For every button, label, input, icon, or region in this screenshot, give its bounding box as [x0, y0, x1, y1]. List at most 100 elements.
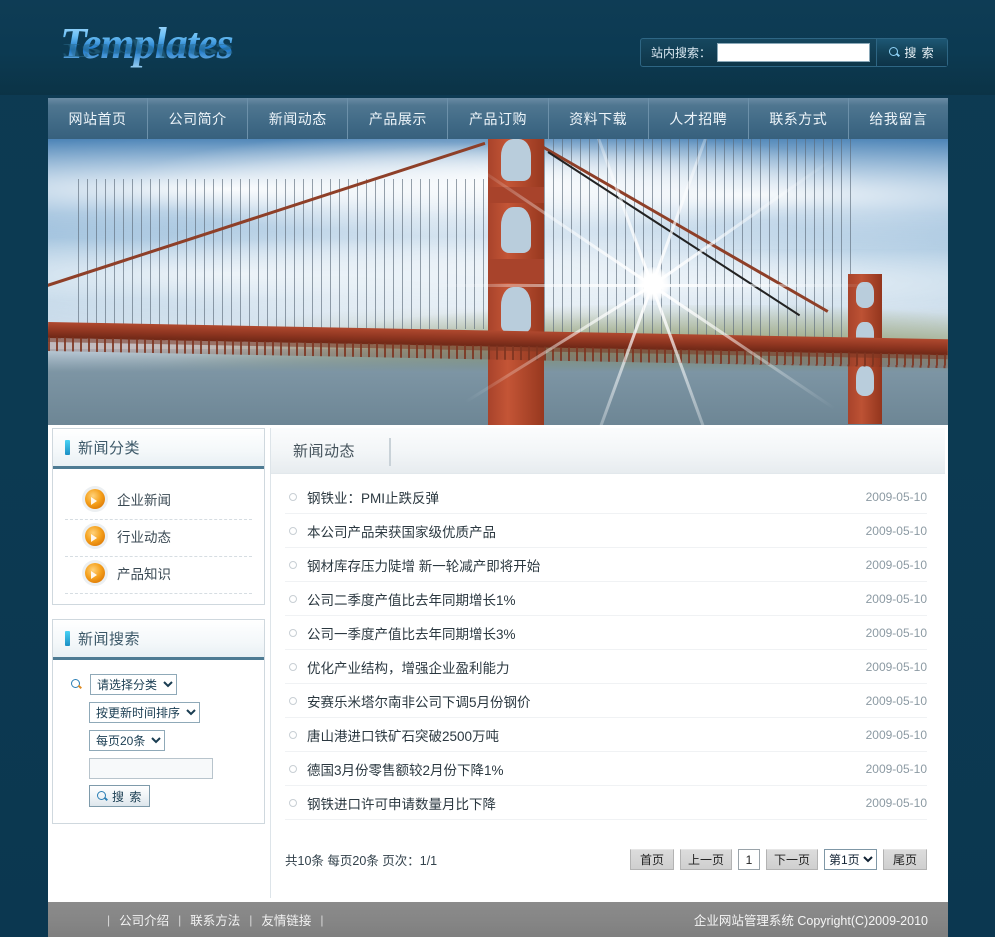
content-area: 新闻分类 企业新闻 行业动态 产品知识 新闻搜索 请选择分类 按更新时间排序 每… [48, 425, 948, 902]
main-tab-header: 新闻动态 [271, 428, 945, 474]
tab-news[interactable]: 新闻动态 [271, 440, 355, 461]
panel-title: 新闻分类 [78, 440, 141, 457]
pagination: 共10条 每页20条 页次：1/1 首页 上一页 1 下一页 第1页 尾页 [271, 849, 945, 870]
news-date: 2009-05-10 [865, 761, 927, 776]
category-label: 产品知识 [117, 567, 171, 582]
news-categories-panel: 新闻分类 企业新闻 行业动态 产品知识 [52, 428, 265, 605]
footer-separator: | [178, 912, 182, 927]
news-title: 唐山港进口铁矿石突破2500万吨 [307, 728, 500, 744]
sort-select-row: 按更新时间排序 [63, 702, 254, 723]
sun-ray [432, 284, 652, 287]
list-item[interactable]: 公司一季度产值比去年同期增长3% 2009-05-10 [285, 616, 927, 650]
nav-item-contact[interactable]: 联系方式 [749, 98, 849, 139]
news-title: 优化产业结构，增强企业盈利能力 [307, 660, 510, 676]
category-label: 企业新闻 [117, 493, 171, 508]
current-page-input[interactable]: 1 [737, 849, 760, 870]
news-sort-select[interactable]: 按更新时间排序 [89, 702, 200, 723]
header-search-button-label: 搜 索 [904, 46, 935, 60]
news-date: 2009-05-10 [865, 727, 927, 742]
nav-item-products[interactable]: 产品展示 [348, 98, 449, 139]
news-search-button[interactable]: 搜 索 [89, 785, 151, 807]
first-page-button[interactable]: 首页 [629, 849, 674, 870]
list-item[interactable]: 安赛乐米塔尔南非公司下调5月份钢价 2009-05-10 [285, 684, 927, 718]
sidebar-item-industry-news[interactable]: 行业动态 [65, 520, 252, 557]
nav-item-home[interactable]: 网站首页 [48, 98, 149, 139]
site-footer: | 公司介绍 | 联系方法 | 友情链接 | 企业网站管理系统 Copyrigh… [48, 902, 948, 937]
magnifier-icon [71, 679, 82, 690]
pagination-controls: 首页 上一页 1 下一页 第1页 尾页 [629, 849, 927, 870]
tab-divider [389, 438, 391, 466]
last-page-button[interactable]: 尾页 [883, 849, 927, 870]
category-list: 企业新闻 行业动态 产品知识 [53, 469, 264, 604]
news-title: 钢材库存压力陡增 新一轮减产即将开始 [307, 558, 541, 574]
news-date: 2009-05-10 [865, 523, 927, 538]
footer-links: | 公司介绍 | 联系方法 | 友情链接 | [48, 910, 333, 929]
bullet-icon [289, 662, 297, 671]
bullet-icon [289, 492, 297, 501]
hero-banner-image [48, 139, 948, 425]
news-title: 钢铁业：PMI止跌反弹 [307, 490, 440, 506]
footer-separator: | [320, 912, 324, 927]
list-item[interactable]: 德国3月份零售额较2月份下降1% 2009-05-10 [285, 752, 927, 786]
footer-copyright: 企业网站管理系统 Copyright(C)2009-2010 [693, 914, 928, 928]
footer-link-contact[interactable]: 联系方法 [190, 910, 240, 929]
nav-item-order[interactable]: 产品订购 [448, 98, 549, 139]
nav-item-news[interactable]: 新闻动态 [248, 98, 349, 139]
news-title: 公司二季度产值比去年同期增长1% [307, 592, 516, 608]
news-title: 本公司产品荣获国家级优质产品 [307, 524, 496, 540]
prev-page-button[interactable]: 上一页 [679, 849, 732, 870]
nav-item-downloads[interactable]: 资料下载 [549, 98, 649, 139]
bullet-icon [289, 560, 297, 569]
panel-header: 新闻搜索 [53, 620, 264, 660]
list-item[interactable]: 唐山港进口铁矿石突破2500万吨 2009-05-10 [285, 718, 927, 752]
site-logo: Templates [60, 19, 234, 68]
news-date: 2009-05-10 [865, 591, 927, 606]
nav-item-jobs[interactable]: 人才招聘 [649, 98, 749, 139]
news-category-select[interactable]: 请选择分类 [90, 674, 177, 695]
accent-bar-icon [65, 631, 70, 646]
sidebar-item-product-knowledge[interactable]: 产品知识 [65, 557, 252, 594]
nav-item-about[interactable]: 公司简介 [148, 98, 249, 139]
news-perpage-select[interactable]: 每页20条 [89, 730, 165, 751]
header-search-input[interactable] [717, 43, 870, 62]
list-item[interactable]: 优化产业结构，增强企业盈利能力 2009-05-10 [285, 650, 927, 684]
header-search-button[interactable]: 搜 索 [876, 39, 947, 66]
magnifier-icon [97, 790, 108, 802]
sidebar-item-company-news[interactable]: 企业新闻 [65, 483, 252, 520]
page-select[interactable]: 第1页 [824, 849, 877, 870]
next-page-button[interactable]: 下一页 [765, 849, 818, 870]
list-item[interactable]: 公司二季度产值比去年同期增长1% 2009-05-10 [285, 582, 927, 616]
news-search-form: 请选择分类 按更新时间排序 每页20条 搜 索 [53, 660, 264, 823]
nav-item-guestbook[interactable]: 给我留言 [849, 98, 948, 139]
news-date: 2009-05-10 [865, 659, 927, 674]
footer-separator: | [107, 912, 111, 927]
pagination-info: 共10条 每页20条 页次：1/1 [285, 854, 438, 868]
main-panel: 新闻动态 钢铁业：PMI止跌反弹 2009-05-10 本公司产品荣获国家级优质… [270, 428, 945, 898]
nav-label: 联系方式 [769, 110, 828, 127]
panel-header: 新闻分类 [53, 429, 264, 469]
nav-label: 资料下载 [569, 110, 628, 127]
news-date: 2009-05-10 [865, 557, 927, 572]
bullet-icon [289, 696, 297, 705]
news-keyword-input[interactable] [89, 758, 213, 779]
site-header: Templates Templates 站内搜索： 搜 索 [0, 0, 995, 95]
news-search-panel: 新闻搜索 请选择分类 按更新时间排序 每页20条 搜 索 [52, 619, 265, 824]
sun-ray [652, 284, 872, 287]
list-item[interactable]: 钢铁进口许可申请数量月比下降 2009-05-10 [285, 786, 927, 820]
list-item[interactable]: 本公司产品荣获国家级优质产品 2009-05-10 [285, 514, 927, 548]
main-navigation: 网站首页 公司简介 新闻动态 产品展示 产品订购 资料下载 人才招聘 联系方式 … [48, 98, 948, 139]
footer-link-about[interactable]: 公司介绍 [119, 910, 169, 929]
news-title: 公司一季度产值比去年同期增长3% [307, 626, 516, 642]
category-label: 行业动态 [117, 530, 171, 545]
nav-label: 新闻动态 [268, 110, 327, 127]
bullet-icon [289, 628, 297, 637]
category-select-row: 请选择分类 [63, 674, 254, 695]
list-item[interactable]: 钢材库存压力陡增 新一轮减产即将开始 2009-05-10 [285, 548, 927, 582]
footer-link-partners[interactable]: 友情链接 [261, 910, 311, 929]
news-title: 安赛乐米塔尔南非公司下调5月份钢价 [307, 694, 531, 710]
bullet-icon [289, 764, 297, 773]
nav-label: 产品展示 [368, 110, 427, 127]
news-date: 2009-05-10 [865, 693, 927, 708]
perpage-select-row: 每页20条 [63, 730, 254, 751]
list-item[interactable]: 钢铁业：PMI止跌反弹 2009-05-10 [285, 480, 927, 514]
